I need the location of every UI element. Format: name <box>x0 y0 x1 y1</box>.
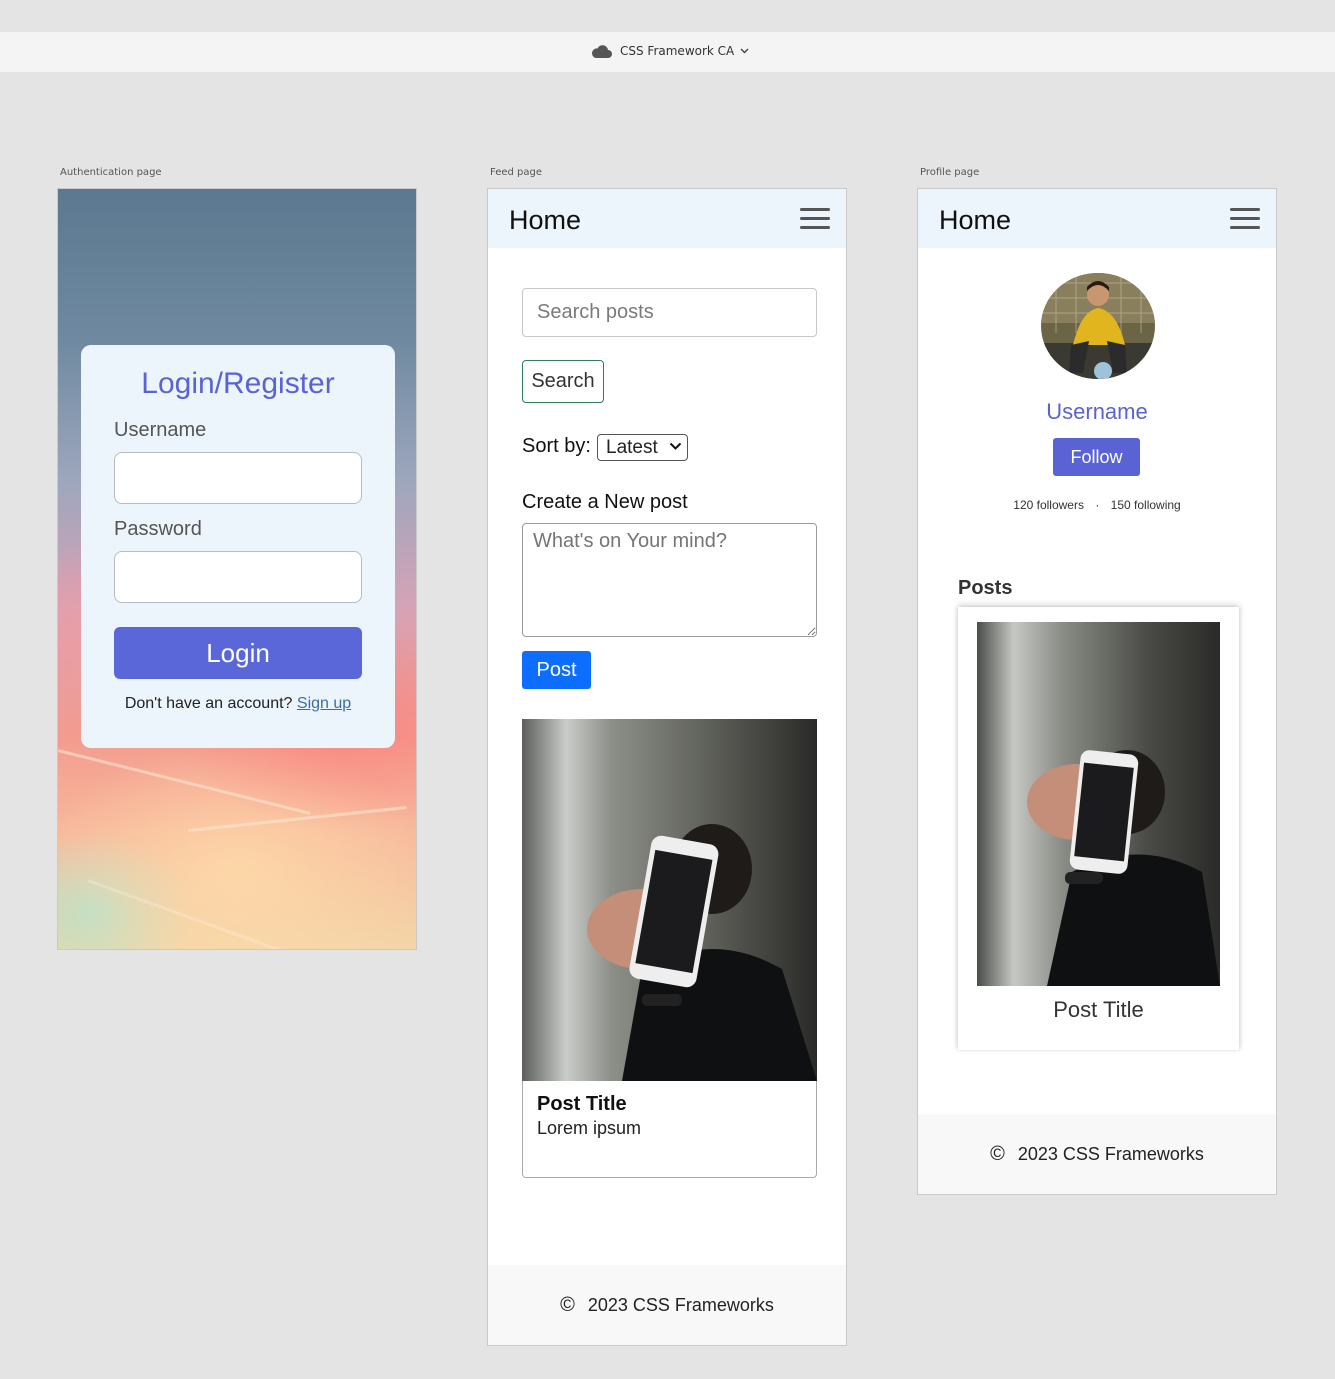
avatar <box>1041 273 1155 379</box>
nav-brand[interactable]: Home <box>509 205 581 236</box>
artboard-label-auth[interactable]: Authentication page <box>60 167 162 178</box>
signup-line: Don't have an account? Sign up <box>114 695 362 713</box>
followers-count[interactable]: 120 followers <box>1013 498 1084 512</box>
post-button[interactable]: Post <box>522 651 591 689</box>
sort-label: Sort by: <box>522 435 591 457</box>
post-card[interactable]: Post Title Lorem ipsum <box>522 1081 817 1178</box>
authentication-page-frame: Login/Register Username Password Login D… <box>57 188 417 950</box>
hamburger-menu-icon[interactable] <box>800 208 830 230</box>
feed-page-frame: Home Search Sort by: Latest Create a New… <box>487 188 847 1346</box>
separator-dot: · <box>1095 498 1100 512</box>
footer: © 2023 CSS Frameworks <box>488 1265 846 1345</box>
sky-streak <box>87 879 371 949</box>
copyright-icon: © <box>560 1294 575 1316</box>
username-field[interactable] <box>114 452 362 504</box>
login-button[interactable]: Login <box>114 627 362 679</box>
new-post-label: Create a New post <box>522 491 688 513</box>
navbar: Home <box>488 189 846 248</box>
footer-text: 2023 CSS Frameworks <box>1017 1144 1204 1164</box>
post-title: Post Title <box>1053 997 1144 1022</box>
signup-link[interactable]: Sign up <box>297 695 351 712</box>
footer: © 2023 CSS Frameworks <box>918 1114 1276 1194</box>
following-count[interactable]: 150 following <box>1111 498 1181 512</box>
password-field[interactable] <box>114 551 362 603</box>
footer-text: 2023 CSS Frameworks <box>587 1295 774 1315</box>
sort-select[interactable]: Latest <box>597 434 688 461</box>
copyright-icon: © <box>990 1143 1005 1165</box>
artboard-label-profile[interactable]: Profile page <box>920 167 979 178</box>
navbar: Home <box>918 189 1276 248</box>
chevron-down-icon <box>740 48 749 54</box>
artboard-label-feed[interactable]: Feed page <box>490 167 542 178</box>
post-title: Post Title <box>537 1093 627 1115</box>
follow-stats: 120 followers · 150 following <box>918 498 1276 512</box>
signup-prompt: Don't have an account? <box>124 695 293 712</box>
post-image <box>522 719 817 1081</box>
search-input[interactable] <box>522 288 817 337</box>
chevron-down-icon <box>669 442 682 450</box>
new-post-textarea[interactable] <box>522 523 817 637</box>
cloud-icon <box>591 44 612 58</box>
sky-streak <box>58 749 311 815</box>
login-card: Login/Register Username Password Login D… <box>81 345 395 748</box>
login-heading: Login/Register <box>141 367 335 400</box>
document-title: CSS Framework CA <box>620 44 735 58</box>
nav-brand[interactable]: Home <box>939 205 1011 236</box>
profile-username: Username <box>1046 399 1148 424</box>
post-body: Lorem ipsum <box>537 1118 642 1138</box>
hamburger-menu-icon[interactable] <box>1230 208 1260 230</box>
profile-post-card[interactable]: Post Title <box>958 607 1239 1050</box>
profile-page-frame: Home Username Follow 120 followers · 150… <box>917 188 1277 1195</box>
posts-heading: Posts <box>958 577 1013 599</box>
post-image <box>977 622 1220 986</box>
top-bar: CSS Framework CA <box>0 32 1335 72</box>
document-title-dropdown[interactable]: CSS Framework CA <box>591 44 749 58</box>
follow-button[interactable]: Follow <box>1053 438 1140 476</box>
password-label: Password <box>114 518 202 540</box>
sort-selected-value: Latest <box>606 437 658 458</box>
username-label: Username <box>114 419 207 441</box>
search-button[interactable]: Search <box>522 360 604 403</box>
